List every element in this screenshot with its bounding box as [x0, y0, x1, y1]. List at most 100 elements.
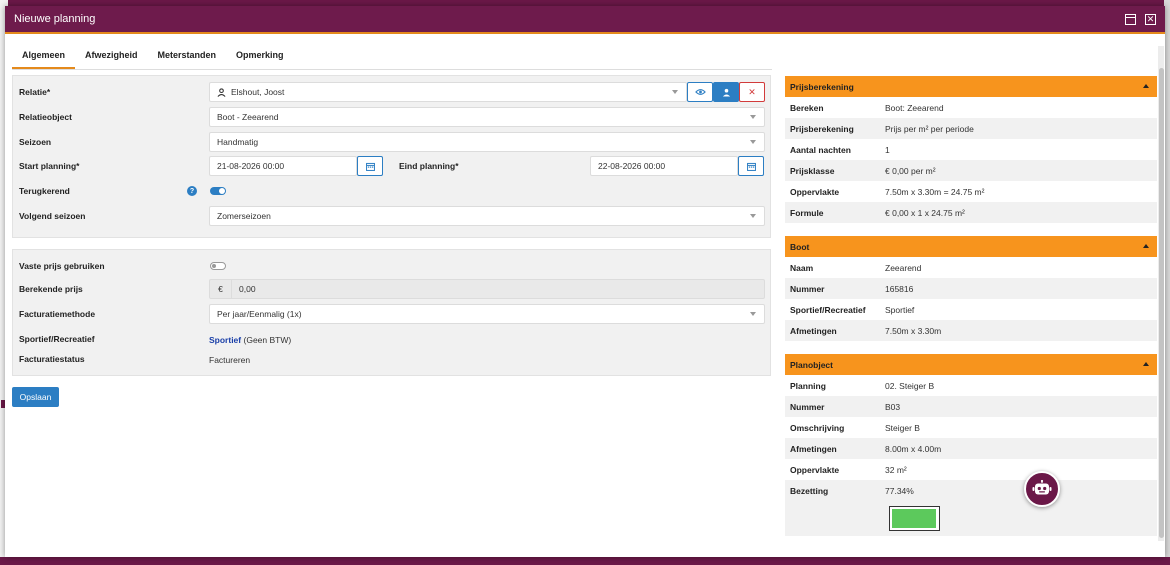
select-relation-button[interactable] — [713, 82, 739, 102]
info-row: Oppervlakte 7.50m x 3.30m = 24.75 m² — [785, 181, 1157, 202]
info-row-value: Boot: Zeearend — [885, 102, 944, 113]
relatie-value: Elshout, Joost — [231, 87, 285, 97]
info-row-key: Oppervlakte — [790, 464, 840, 475]
terugkerend-toggle[interactable] — [210, 187, 226, 195]
info-row: Oppervlakte 32 m² — [785, 459, 1157, 480]
chevron-down-icon — [750, 214, 756, 218]
seizoen-select[interactable]: Handmatig — [209, 132, 765, 152]
facturatiestatus-label: Facturatiestatus — [19, 354, 85, 364]
seizoen-value: Handmatig — [217, 137, 259, 147]
info-row: Aantal nachten 1 — [785, 139, 1157, 160]
sportief-label: Sportief/Recreatief — [19, 334, 95, 344]
occupancy-row — [785, 501, 1157, 536]
info-row-value: Zeearend — [885, 262, 922, 273]
tab-bar: Algemeen Afwezigheid Meterstanden Opmerk… — [12, 46, 772, 70]
info-row-value: Steiger B — [885, 422, 920, 433]
modal-header-icons: ✕ — [1125, 13, 1156, 25]
berekende-prijs-value: 0,00 — [239, 284, 256, 294]
modal-title: Nieuwe planning — [14, 13, 96, 25]
berekende-prijs-label: Berekende prijs — [19, 284, 83, 294]
new-planning-modal: Nieuwe planning ✕ Algemeen Afwezigheid M… — [5, 6, 1165, 557]
close-icon[interactable]: ✕ — [1145, 13, 1156, 25]
start-planning-calendar-button[interactable] — [357, 156, 383, 176]
planobject-rows: Planning 02. Steiger B Nummer B03 Omschrijvi… — [785, 375, 1157, 501]
berekende-prijs-input: € 0,00 — [209, 279, 765, 299]
chatbot-button[interactable] — [1024, 471, 1060, 507]
eye-icon — [694, 89, 706, 95]
prijsberekening-rows: Bereken Boot: Zeearend Prijsberekening Prij… — [785, 97, 1157, 223]
occupancy-bar-fill — [892, 509, 936, 528]
volgend-seizoen-label: Volgend seizoen — [19, 211, 86, 221]
eind-planning-calendar-button[interactable] — [738, 156, 764, 176]
info-row-key: Bezetting — [790, 485, 829, 496]
view-relation-button[interactable] — [687, 82, 713, 102]
occupancy-bar — [889, 506, 940, 531]
info-row-key: Sportief/Recreatief — [790, 304, 866, 315]
collapse-arrow-icon[interactable] — [1143, 362, 1149, 366]
info-row-value: 1 — [885, 144, 890, 155]
tab-meterstanden[interactable]: Meterstanden — [148, 46, 227, 69]
info-row: Bezetting 77.34% — [785, 480, 1157, 501]
info-row-key: Nummer — [790, 401, 825, 412]
planning-details-panel: Relatie* Elshout, Joost ✕ Relatieobject — [12, 75, 771, 238]
info-row-key: Afmetingen — [790, 443, 837, 454]
info-row-key: Naam — [790, 262, 814, 273]
sportief-link[interactable]: Sportief — [209, 335, 241, 345]
info-row: Formule € 0,00 x 1 x 24.75 m² — [785, 202, 1157, 223]
relatieobject-value: Boot - Zeearend — [217, 112, 279, 122]
clear-relation-button[interactable]: ✕ — [739, 82, 765, 102]
tab-opmerking[interactable]: Opmerking — [226, 46, 294, 69]
info-row: Sportief/Recreatief Sportief — [785, 299, 1157, 320]
facturatiemethode-select[interactable]: Per jaar/Eenmalig (1x) — [209, 304, 765, 324]
info-row-value: B03 — [885, 401, 901, 412]
info-row-value: 32 m² — [885, 464, 907, 475]
planobject-header[interactable]: Planobject — [785, 354, 1157, 375]
app-background-bottom — [0, 557, 1170, 565]
user-icon — [722, 88, 730, 97]
robot-icon — [1032, 480, 1052, 495]
prijsberekening-title: Prijsberekening — [790, 81, 854, 92]
maximize-icon[interactable] — [1125, 13, 1136, 25]
save-button[interactable]: Opslaan — [12, 387, 59, 407]
info-row: Afmetingen 7.50m x 3.30m — [785, 320, 1157, 341]
prijsberekening-header[interactable]: Prijsberekening — [785, 76, 1157, 97]
start-planning-label: Start planning* — [19, 161, 80, 171]
collapse-arrow-icon[interactable] — [1143, 244, 1149, 248]
info-row-key: Oppervlakte — [790, 186, 840, 197]
volgend-seizoen-select[interactable]: Zomerseizoen — [209, 206, 765, 226]
relatie-select[interactable]: Elshout, Joost — [209, 82, 687, 102]
relatie-label: Relatie* — [19, 87, 51, 97]
sportief-value: Sportief (Geen BTW) — [209, 335, 291, 345]
eind-planning-input[interactable]: 22-08-2026 00:00 — [590, 156, 738, 176]
info-row-value: € 0,00 x 1 x 24.75 m² — [885, 207, 965, 218]
scrollbar-thumb[interactable] — [1159, 68, 1164, 538]
info-row-key: Prijsberekening — [790, 123, 854, 134]
info-row-key: Nummer — [790, 283, 825, 294]
chevron-down-icon — [672, 90, 678, 94]
chevron-down-icon — [750, 140, 756, 144]
calendar-icon — [365, 162, 375, 171]
help-icon[interactable]: ? — [187, 186, 197, 196]
info-row-key: Afmetingen — [790, 325, 837, 336]
tab-afwezigheid[interactable]: Afwezigheid — [75, 46, 148, 69]
chevron-down-icon — [750, 115, 756, 119]
start-planning-input[interactable]: 21-08-2026 00:00 — [209, 156, 357, 176]
relatieobject-label: Relatieobject — [19, 112, 72, 122]
start-planning-value: 21-08-2026 00:00 — [217, 161, 285, 171]
chevron-down-icon — [750, 312, 756, 316]
info-row-key: Omschrijving — [790, 422, 845, 433]
relatieobject-select[interactable]: Boot - Zeearend — [209, 107, 765, 127]
vaste-prijs-label: Vaste prijs gebruiken — [19, 261, 105, 271]
info-row-value: € 0,00 per m² — [885, 165, 936, 176]
info-row-value: 77.34% — [885, 485, 914, 496]
eind-planning-value: 22-08-2026 00:00 — [598, 161, 666, 171]
info-row-value: 02. Steiger B — [885, 380, 935, 391]
boot-header[interactable]: Boot — [785, 236, 1157, 257]
collapse-arrow-icon[interactable] — [1143, 84, 1149, 88]
vaste-prijs-toggle[interactable] — [210, 262, 226, 270]
tab-algemeen[interactable]: Algemeen — [12, 46, 76, 69]
info-row-value: Sportief — [885, 304, 915, 315]
boot-title: Boot — [790, 241, 810, 252]
currency-symbol: € — [210, 280, 232, 298]
info-row: Prijsberekening Prijs per m² per periode — [785, 118, 1157, 139]
